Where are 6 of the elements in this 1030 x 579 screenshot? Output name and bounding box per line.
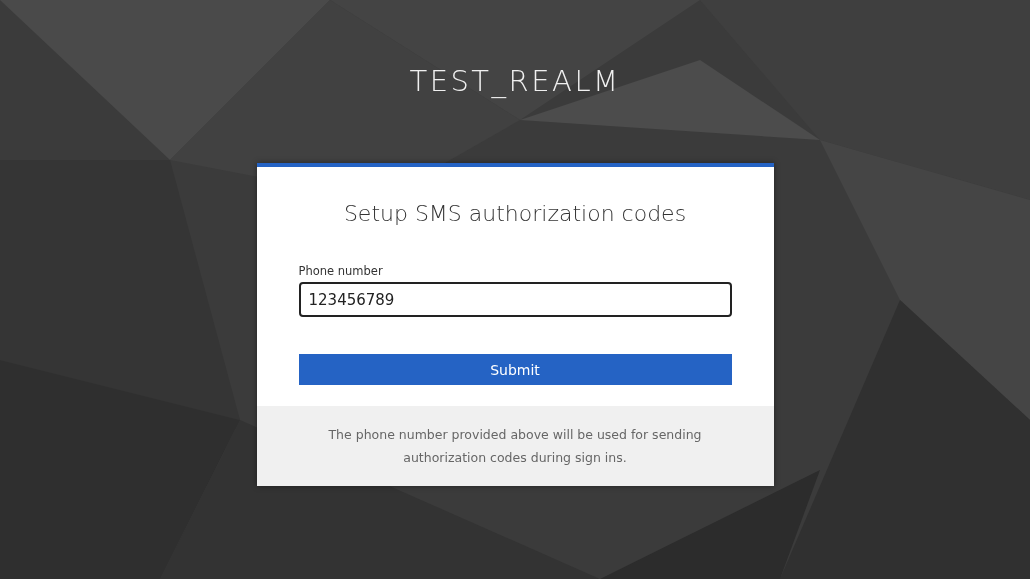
card-heading: Setup SMS authorization codes bbox=[343, 201, 687, 226]
realm-title: TEST_REALM bbox=[409, 64, 621, 98]
info-text: The phone number provided above will be used for sending authorization codes during sign ins. bbox=[328, 427, 702, 465]
field-label: Phone number bbox=[298, 264, 383, 278]
phone-input[interactable]: 123456789 bbox=[298, 282, 732, 317]
submit-button[interactable]: Submit bbox=[298, 354, 732, 385]
